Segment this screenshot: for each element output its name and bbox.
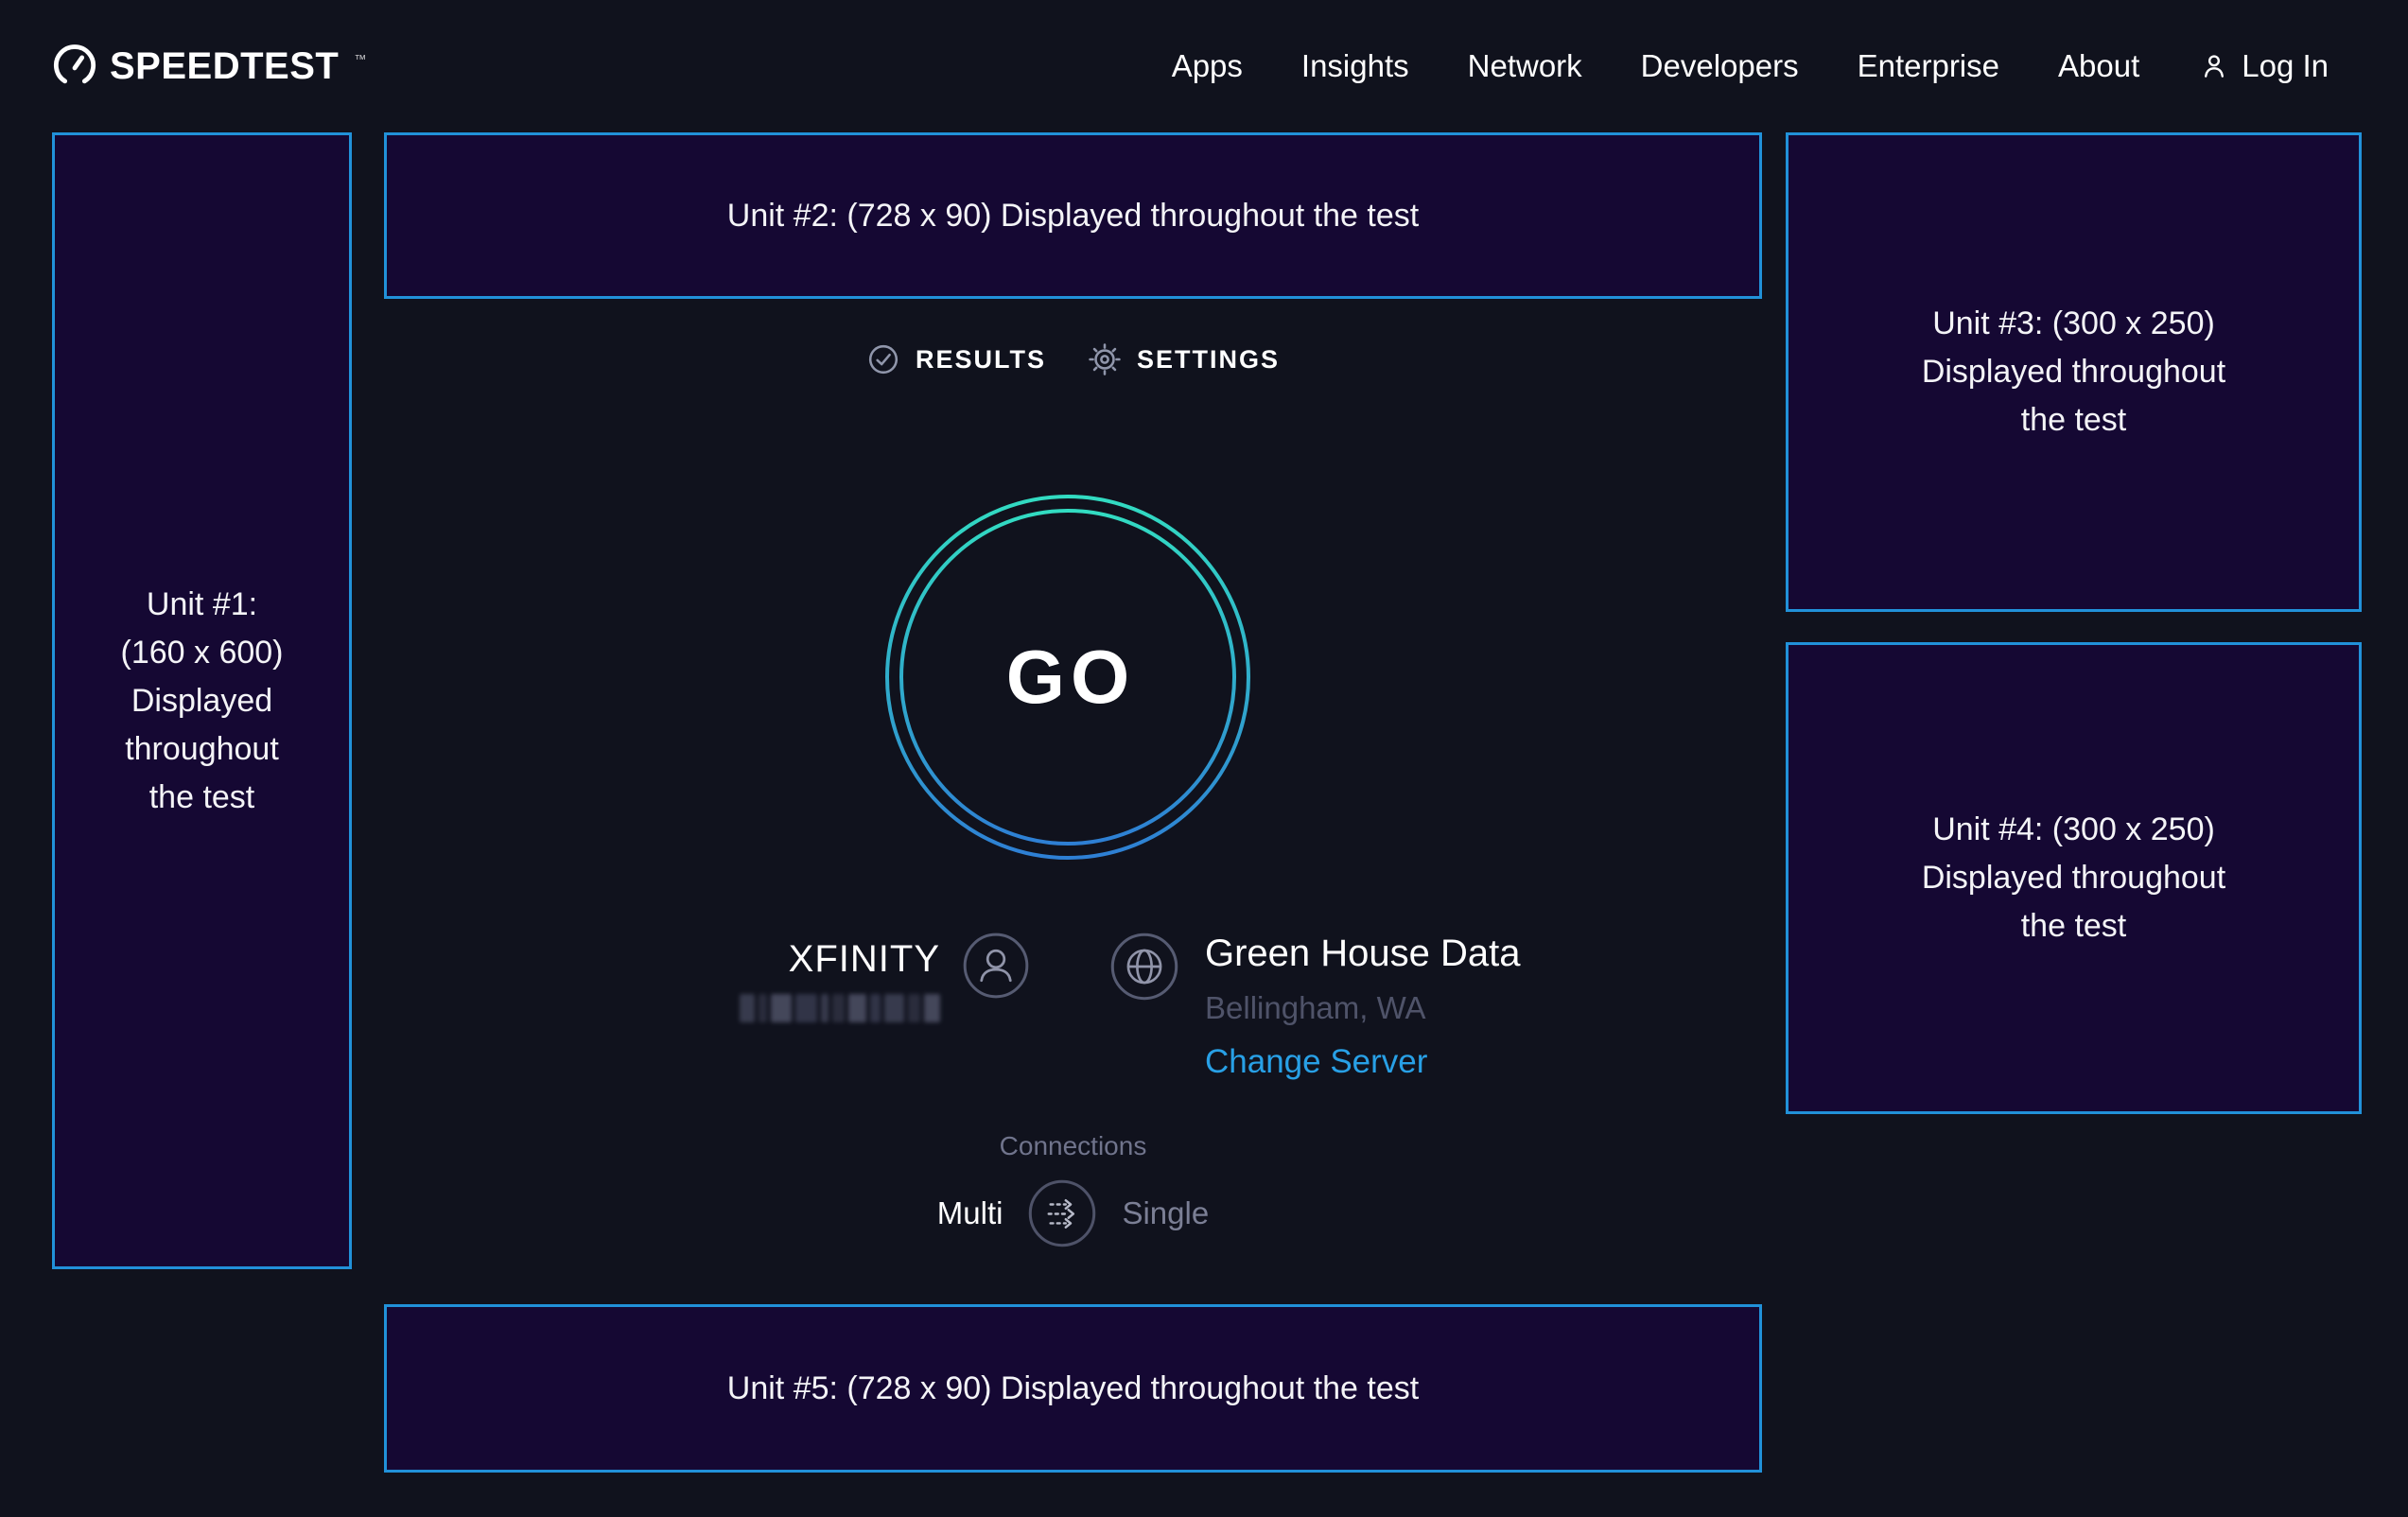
ad-unit-1: Unit #1: (160 x 600) Displayed throughou… [52,132,352,1269]
redacted-ip [740,994,940,1022]
login-button[interactable]: Log In [2198,48,2329,84]
tab-settings-label: SETTINGS [1137,345,1280,375]
server-text: Green House Data Bellingham, WA Change S… [1205,933,1521,1081]
tabs-bar: RESULTS SETTINGS [384,342,1762,376]
speedometer-gauge-icon [53,44,96,88]
go-button-label: GO [879,488,1257,866]
ad-unit-2-label: Unit #2: (728 x 90) Displayed throughout… [727,192,1419,240]
nav-item-enterprise[interactable]: Enterprise [1858,48,1999,84]
connections-single-option[interactable]: Single [1122,1195,1209,1231]
ad-unit-5-label: Unit #5: (728 x 90) Displayed throughout… [727,1365,1419,1413]
connections-label: Connections [384,1131,1762,1161]
login-label: Log In [2242,48,2329,84]
connections-multi-option[interactable]: Multi [937,1195,1003,1231]
header: SPEEDTEST ™ Apps Insights Network Develo… [0,0,2408,132]
nav-item-developers[interactable]: Developers [1641,48,1799,84]
isp-text: XFINITY [740,938,940,1022]
check-circle-icon [866,342,900,376]
isp-info: XFINITY [605,931,1031,1022]
connections-toggle-row: Multi Single [384,1177,1762,1249]
speedtest-page: SPEEDTEST ™ Apps Insights Network Develo… [0,0,2408,1517]
nav-item-apps[interactable]: Apps [1172,48,1243,84]
server-info: Green House Data Bellingham, WA Change S… [1108,931,1521,1081]
change-server-link[interactable]: Change Server [1205,1043,1521,1081]
gear-icon [1088,342,1122,376]
nav-item-insights[interactable]: Insights [1301,48,1409,84]
connections-toggle[interactable] [1026,1177,1098,1249]
user-icon [2198,50,2230,82]
nav-item-about[interactable]: About [2058,48,2139,84]
speedtest-logo[interactable]: SPEEDTEST ™ [53,44,366,88]
logo-text: SPEEDTEST [110,45,339,88]
nav-item-network[interactable]: Network [1468,48,1582,84]
tab-settings[interactable]: SETTINGS [1088,342,1280,376]
ad-unit-1-label: Unit #1: (160 x 600) Displayed throughou… [114,581,289,822]
ad-unit-3-label: Unit #3: (300 x 250) Displayed throughou… [1908,300,2241,445]
ad-unit-5: Unit #5: (728 x 90) Displayed throughout… [384,1304,1762,1473]
logo-trademark: ™ [354,52,366,66]
server-name: Green House Data [1205,933,1521,975]
isp-name: XFINITY [740,938,940,981]
ad-unit-4: Unit #4: (300 x 250) Displayed throughou… [1786,642,2362,1114]
ad-unit-3: Unit #3: (300 x 250) Displayed throughou… [1786,132,2362,612]
main-nav: Apps Insights Network Developers Enterpr… [1172,48,2329,84]
globe-circle-icon [1108,931,1180,1003]
ad-unit-2: Unit #2: (728 x 90) Displayed throughout… [384,132,1762,299]
tab-results-label: RESULTS [916,345,1046,375]
tab-results[interactable]: RESULTS [866,342,1046,376]
ad-unit-4-label: Unit #4: (300 x 250) Displayed throughou… [1908,806,2241,950]
server-location: Bellingham, WA [1205,990,1521,1026]
person-circle-icon [961,931,1031,1001]
go-button[interactable]: GO [879,488,1257,866]
